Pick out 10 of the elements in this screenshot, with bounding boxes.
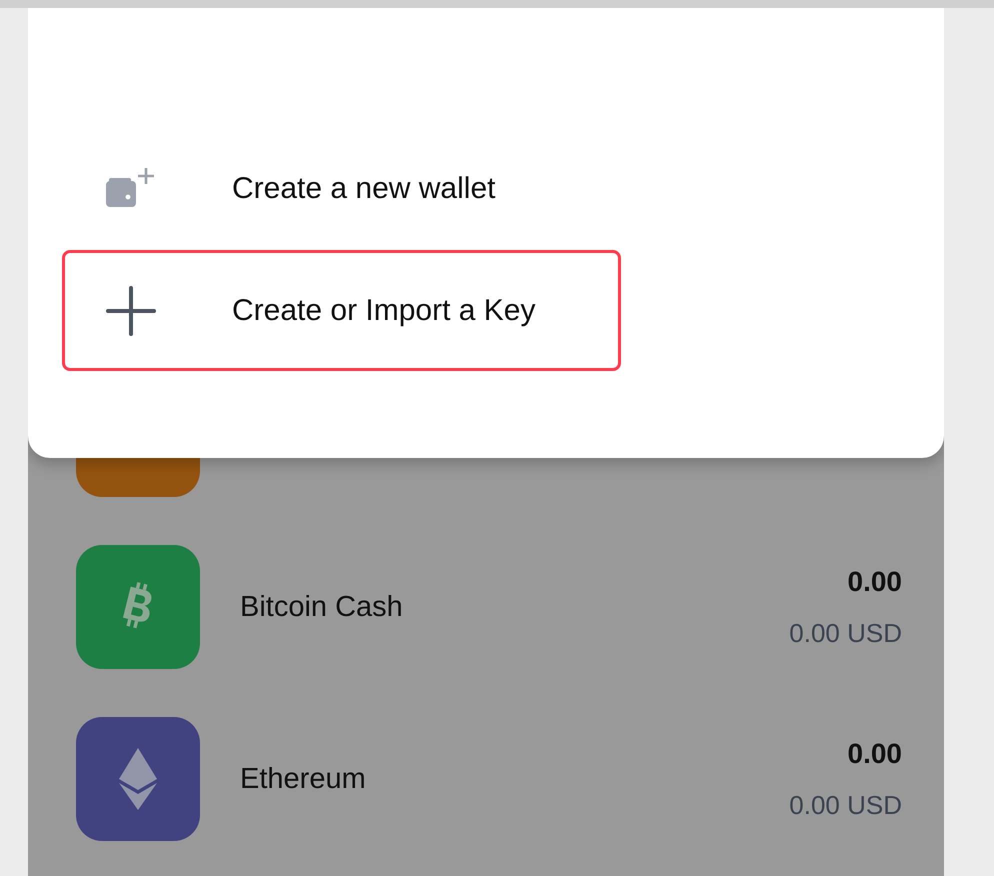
fiat-value: 0.00 USD [789, 618, 902, 648]
diamond-icon [118, 748, 158, 810]
menu-item[interactable]: Create a new wallet [62, 131, 621, 246]
asset-amount: 0.00 [848, 566, 902, 598]
asset-amount: 0.00 [848, 738, 902, 770]
fiat-value: 0.00 USD [789, 790, 902, 820]
menu-item[interactable]: Create or Import a Key [62, 250, 621, 371]
plus-icon [106, 286, 156, 336]
asset-name: Ethereum [240, 762, 367, 796]
asset-name: Bitcoin Cash [240, 590, 404, 624]
